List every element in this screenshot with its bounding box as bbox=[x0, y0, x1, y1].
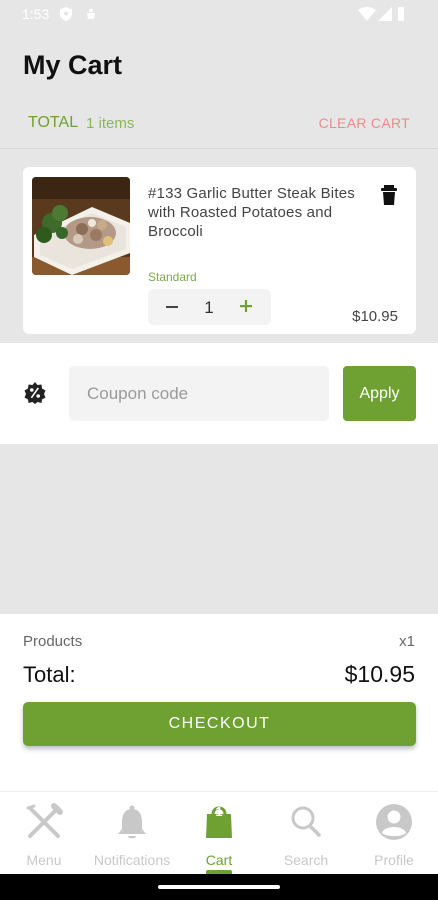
nav-item-notifications[interactable]: Notifications bbox=[88, 802, 176, 868]
decrease-quantity-button[interactable] bbox=[160, 295, 184, 319]
total-title: Total: bbox=[23, 662, 76, 687]
item-image[interactable] bbox=[32, 177, 130, 275]
clear-cart-button[interactable]: CLEAR CART bbox=[319, 115, 410, 131]
discount-badge-icon bbox=[24, 382, 46, 404]
item-variant: Standard bbox=[148, 270, 197, 284]
nav-item-menu[interactable]: Menu bbox=[0, 802, 88, 868]
quantity-stepper: 1 bbox=[148, 289, 271, 325]
nav-label-menu: Menu bbox=[26, 852, 62, 868]
status-bar: 1:53 bbox=[0, 0, 438, 30]
home-gesture-handle[interactable] bbox=[158, 885, 280, 889]
notification-dot-icon bbox=[84, 6, 98, 25]
battery-icon bbox=[396, 6, 406, 25]
checkout-button[interactable]: CHECKOUT bbox=[23, 702, 416, 746]
item-title: #133 Garlic Butter Steak Bites with Roas… bbox=[148, 185, 355, 240]
products-label: Products bbox=[23, 633, 83, 650]
cart-total-row: TOTAL 1 items CLEAR CART bbox=[0, 104, 438, 144]
vpn-shield-icon bbox=[58, 6, 74, 25]
apply-coupon-button[interactable]: Apply bbox=[343, 366, 416, 421]
nav-item-cart[interactable]: 1 Cart bbox=[175, 802, 263, 868]
nav-item-search[interactable]: Search bbox=[262, 802, 350, 868]
fork-knife-icon bbox=[0, 802, 88, 842]
nav-label-notifications: Notifications bbox=[93, 852, 171, 868]
profile-icon bbox=[350, 802, 438, 842]
nav-label-profile: Profile bbox=[374, 852, 414, 868]
nav-label-search: Search bbox=[283, 852, 329, 868]
signal-icon bbox=[378, 6, 392, 25]
total-label: TOTAL bbox=[28, 114, 79, 131]
quantity-value: 1 bbox=[204, 298, 214, 317]
page-title: My Cart bbox=[23, 50, 123, 80]
order-summary-panel: Products x1 Total: $10.95 CHECKOUT bbox=[0, 614, 438, 791]
gesture-bar bbox=[0, 874, 438, 900]
bell-icon bbox=[88, 802, 176, 842]
total-amount: $10.95 bbox=[344, 661, 415, 687]
products-count: x1 bbox=[399, 633, 415, 650]
nav-item-profile[interactable]: Profile bbox=[350, 802, 438, 868]
coupon-code-input[interactable] bbox=[69, 366, 329, 421]
status-time: 1:53 bbox=[22, 6, 50, 22]
item-price: $10.95 bbox=[352, 308, 398, 325]
trash-icon[interactable] bbox=[379, 184, 399, 206]
divider bbox=[0, 148, 438, 149]
bottom-nav: Menu Notifications 1 Cart Search Profile bbox=[0, 791, 438, 875]
search-icon bbox=[262, 802, 350, 842]
wifi-icon bbox=[358, 6, 376, 25]
item-count: 1 items bbox=[86, 115, 135, 132]
cart-badge: 1 bbox=[215, 804, 223, 819]
coupon-section: Apply bbox=[0, 343, 438, 444]
increase-quantity-button[interactable] bbox=[234, 294, 258, 318]
cart-item-card: #133 Garlic Butter Steak Bites with Roas… bbox=[23, 167, 416, 334]
nav-label-cart: Cart bbox=[205, 852, 233, 868]
